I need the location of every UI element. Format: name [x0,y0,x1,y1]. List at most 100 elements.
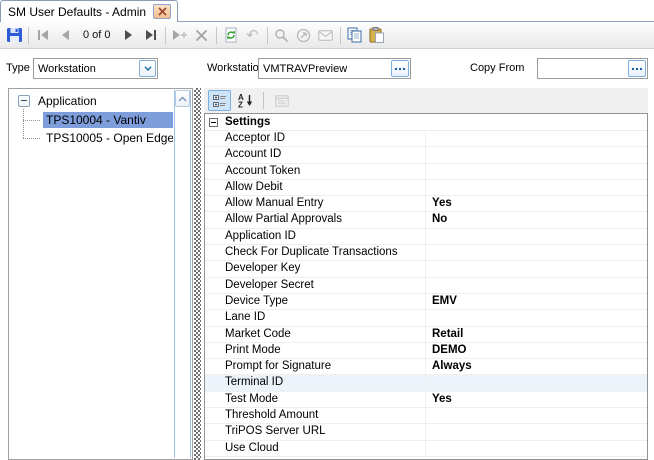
application-tree-panel: Application TPS10004 - Vantiv TPS10005 -… [8,88,193,460]
property-value[interactable]: Always [425,359,647,374]
first-record-icon[interactable] [32,24,54,46]
fields-row: Type Workstation Workstation Copy From [0,49,654,88]
property-row[interactable]: Acceptor ID [205,131,647,147]
alphabetical-sort-icon[interactable]: AZ [234,90,257,111]
copy-icon[interactable] [344,24,366,46]
property-value[interactable] [425,261,647,276]
property-name: Acceptor ID [205,131,425,146]
property-name: TriPOS Server URL [205,424,425,439]
next-record-icon[interactable] [118,24,140,46]
tree-connector [23,138,40,139]
type-combobox[interactable]: Workstation [33,58,158,79]
property-row[interactable]: Allow Debit [205,180,647,196]
copy-from-input[interactable] [538,63,627,75]
property-row[interactable]: Account ID [205,147,647,163]
chevron-down-icon[interactable] [139,60,156,77]
property-value[interactable]: Retail [425,327,647,342]
property-row[interactable]: Terminal ID [205,375,647,391]
tree-connector [23,120,40,121]
property-value[interactable] [425,147,647,162]
property-value[interactable] [425,375,647,390]
property-value[interactable] [425,180,647,195]
workstation-field[interactable] [258,58,411,79]
email-icon[interactable] [315,24,337,46]
property-value[interactable] [425,245,647,260]
property-row[interactable]: Application ID [205,229,647,245]
property-row[interactable]: Check For Duplicate Transactions [205,245,647,261]
workstation-input[interactable] [259,63,390,75]
property-value[interactable] [425,131,647,146]
tree-item[interactable]: TPS10005 - Open Edge [9,129,192,147]
property-value[interactable]: No [425,212,647,227]
property-row[interactable]: Developer Secret [205,278,647,294]
property-value[interactable] [425,310,647,325]
category-row-settings[interactable]: Settings [205,114,647,131]
save-icon[interactable] [3,24,25,46]
property-row[interactable]: Print Mode DEMO [205,343,647,359]
tree-root-application[interactable]: Application [9,92,192,111]
delete-record-icon[interactable] [191,24,213,46]
panel-splitter[interactable] [194,88,201,460]
property-value[interactable]: EMV [425,294,647,309]
property-name: Terminal ID [205,375,425,390]
workstation-ellipsis-icon[interactable] [391,60,409,77]
property-name: Market Code [205,327,425,342]
property-name: Threshold Amount [205,408,425,423]
property-row[interactable]: Prompt for Signature Always [205,359,647,375]
property-row[interactable]: Lane ID [205,310,647,326]
property-value[interactable]: Yes [425,196,647,211]
undo-icon[interactable]: ↶ [242,24,264,46]
property-row[interactable]: Threshold Amount [205,408,647,424]
property-value[interactable] [425,278,647,293]
property-pages-icon[interactable] [270,90,293,111]
tab-close-icon[interactable] [153,4,171,19]
help-icon[interactable] [293,24,315,46]
property-name: Developer Secret [205,278,425,293]
property-name: Allow Partial Approvals [205,212,425,227]
property-row[interactable]: Device Type EMV [205,294,647,310]
tree-root-label: Application [38,94,97,108]
tree-scrollbar[interactable] [174,90,191,458]
property-row[interactable]: Market Code Retail [205,327,647,343]
record-counter: 0 of 0 [76,29,118,41]
copy-from-ellipsis-icon[interactable] [628,60,646,77]
print-preview-icon[interactable] [271,24,293,46]
property-row[interactable]: Test Mode Yes [205,392,647,408]
collapse-icon[interactable] [18,95,30,107]
property-name: Check For Duplicate Transactions [205,245,425,260]
property-row[interactable]: Developer Key [205,261,647,277]
property-name: Application ID [205,229,425,244]
previous-record-icon[interactable] [54,24,76,46]
tree-item-label[interactable]: TPS10005 - Open Edge [43,130,173,146]
property-value[interactable] [425,229,647,244]
toolbar-separator [28,27,29,44]
property-row[interactable]: Allow Manual Entry Yes [205,196,647,212]
property-grid-panel: AZ Settings Acceptor ID Account ID Accou… [204,88,648,460]
add-new-record-icon[interactable] [169,24,191,46]
property-row[interactable]: TriPOS Server URL [205,424,647,440]
scroll-up-icon[interactable] [175,90,190,107]
property-value[interactable]: Yes [425,392,647,407]
property-value[interactable]: DEMO [425,343,647,358]
property-value[interactable] [425,164,647,179]
property-name: Use Cloud [205,441,425,456]
property-name: Device Type [205,294,425,309]
tab-title: SM User Defaults - Admin [8,5,146,19]
property-row[interactable]: Allow Partial Approvals No [205,212,647,228]
property-value[interactable] [425,441,647,456]
tree-item-label[interactable]: TPS10004 - Vantiv [43,112,173,128]
workstation-label: Workstation [207,62,265,74]
paste-icon[interactable] [366,24,388,46]
property-row[interactable]: Account Token [205,164,647,180]
refresh-icon[interactable] [220,24,242,46]
type-selected-value: Workstation [34,63,138,75]
last-record-icon[interactable] [140,24,162,46]
property-value[interactable] [425,408,647,423]
collapse-icon[interactable] [209,118,218,127]
copy-from-field[interactable] [537,58,648,79]
property-row[interactable]: Use Cloud [205,441,647,457]
tab-sm-user-defaults[interactable]: SM User Defaults - Admin [0,0,178,22]
property-value[interactable] [425,424,647,439]
tree-item[interactable]: TPS10004 - Vantiv [9,111,192,129]
categorized-icon[interactable] [208,90,231,111]
